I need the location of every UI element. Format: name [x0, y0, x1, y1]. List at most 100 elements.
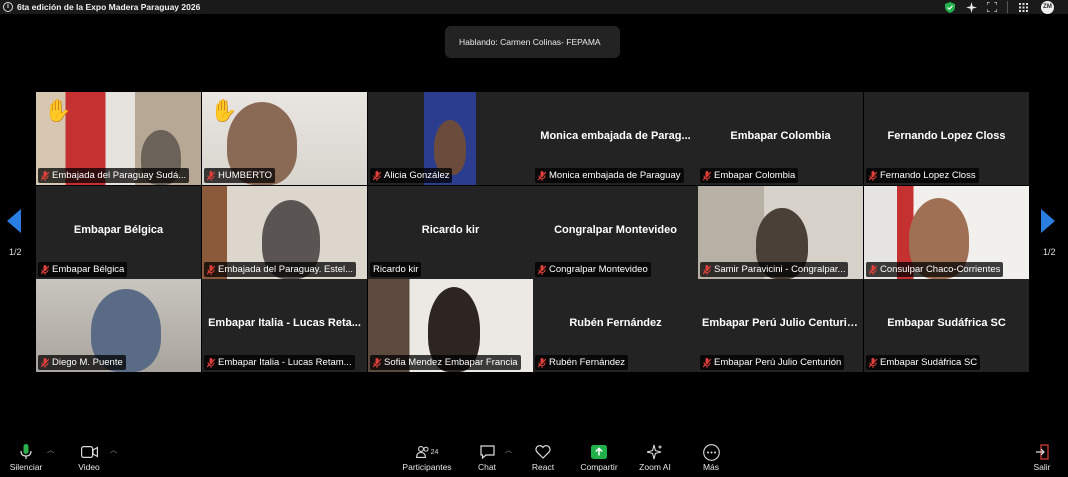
participant-tile[interactable]: Embapar Sudáfrica SC Embapar Sudáfrica S…: [864, 279, 1029, 372]
active-speaker-text: Hablando: Carmen Colinas- FEPAMA: [459, 37, 601, 47]
participant-tile[interactable]: Samir Paravicini - Congralpar...: [698, 186, 863, 279]
muted-mic-icon: [206, 170, 216, 181]
participant-tile[interactable]: Embapar Italia - Lucas Reta... Embapar I…: [202, 279, 367, 372]
participant-display-name: Embapar Sudáfrica SC: [887, 317, 1006, 329]
participant-name-label: Consulpar Chaco-Corrientes: [866, 262, 1004, 277]
previous-page-arrow-icon[interactable]: [7, 209, 21, 233]
participant-name-label: Monica embajada de Paraguay: [535, 168, 684, 183]
next-page-arrow-icon[interactable]: [1041, 209, 1055, 233]
participant-tile[interactable]: Sofia Mendez Embapar Francia: [368, 279, 533, 372]
participant-name-label: Embajada del Paraguay Sudá...: [38, 168, 190, 183]
participant-display-name: Rubén Fernández: [569, 317, 662, 329]
mute-options-chevron-icon[interactable]: ︿: [47, 445, 54, 455]
react-button[interactable]: React: [529, 442, 557, 472]
share-screen-icon: [578, 442, 620, 462]
muted-mic-icon: [40, 170, 50, 181]
muted-mic-icon: [868, 264, 878, 275]
chat-button[interactable]: Chat: [474, 442, 500, 472]
muted-mic-icon: [868, 357, 878, 368]
participant-name-label: HUMBERTO: [204, 168, 276, 183]
meeting-toolbar: Silenciar ︿ Video ︿ 24 Participantes Cha…: [0, 437, 1068, 477]
sparkle-icon[interactable]: [965, 1, 977, 13]
muted-mic-icon: [537, 170, 547, 181]
muted-mic-icon: [206, 357, 216, 368]
participant-tile[interactable]: ✋ HUMBERTO: [202, 92, 367, 185]
participants-button[interactable]: 24 Participantes: [401, 442, 453, 472]
participant-name-label: Embapar Bélgica: [38, 262, 128, 277]
more-button[interactable]: Más: [699, 442, 723, 472]
participant-tile[interactable]: Embapar Bélgica Embapar Bélgica: [36, 186, 201, 279]
muted-mic-icon: [206, 264, 216, 275]
participant-display-name: Embapar Italia - Lucas Reta...: [208, 317, 361, 329]
participant-name-label: Ricardo kir: [370, 262, 422, 277]
exit-door-icon: [1030, 442, 1054, 462]
more-dots-icon: [699, 442, 723, 462]
participant-name-label: Alicia González: [370, 168, 453, 183]
participant-name-label: Embajada del Paraguay. Estel...: [204, 262, 357, 277]
participant-name-label: Rubén Fernández: [535, 355, 629, 370]
participant-tile[interactable]: Embajada del Paraguay. Estel...: [202, 186, 367, 279]
participant-tile[interactable]: Diego M. Puente: [36, 279, 201, 372]
page-indicator-right: 1/2: [1043, 247, 1056, 257]
participant-name-label: Diego M. Puente: [38, 355, 126, 370]
encryption-shield-icon[interactable]: [944, 1, 956, 13]
microphone-icon: [8, 442, 44, 462]
participant-name-label: Embapar Italia - Lucas Retam...: [204, 355, 355, 370]
muted-mic-icon: [868, 170, 878, 181]
video-button[interactable]: Video: [74, 442, 104, 472]
raised-hand-icon: ✋: [210, 98, 238, 123]
participant-name-label: Embapar Colombia: [700, 168, 799, 183]
muted-mic-icon: [372, 170, 382, 181]
heart-icon: [529, 442, 557, 462]
video-options-chevron-icon[interactable]: ︿: [110, 445, 117, 455]
muted-mic-icon: [537, 264, 547, 275]
participant-name-label: Samir Paravicini - Congralpar...: [700, 262, 849, 277]
participant-name-label: Embapar Perú Julio Centurión: [700, 355, 845, 370]
grid-view-icon[interactable]: [1017, 1, 1029, 13]
participants-icon: [415, 446, 429, 458]
participant-name-label: Embapar Sudáfrica SC: [866, 355, 981, 370]
chat-bubble-icon: [474, 442, 500, 462]
participant-tile[interactable]: Consulpar Chaco-Corrientes: [864, 186, 1029, 279]
participant-display-name: Embapar Perú Julio Centurión: [702, 317, 861, 329]
share-screen-button[interactable]: Compartir: [578, 442, 620, 472]
participant-tile[interactable]: Embapar Perú Julio Centurión Embapar Per…: [698, 279, 863, 372]
participant-tile[interactable]: Monica embajada de Parag... Monica embaj…: [533, 92, 698, 185]
muted-mic-icon: [702, 357, 712, 368]
participant-display-name: Fernando Lopez Closs: [887, 130, 1006, 142]
participant-display-name: Monica embajada de Parag...: [540, 130, 691, 142]
ai-sparkle-icon: [637, 442, 673, 462]
muted-mic-icon: [537, 357, 547, 368]
muted-mic-icon: [702, 264, 712, 275]
participant-display-name: Embapar Colombia: [730, 130, 831, 142]
title-bar-controls: ZM: [935, 0, 1068, 14]
meeting-title: 6ta edición de la Expo Madera Paraguay 2…: [17, 2, 201, 12]
mute-button[interactable]: Silenciar: [8, 442, 44, 472]
participant-name-label: Sofia Mendez Embapar Francia: [370, 355, 521, 370]
leave-button[interactable]: Salir: [1030, 442, 1054, 472]
info-icon[interactable]: i: [3, 2, 13, 12]
participant-display-name: Embapar Bélgica: [73, 224, 164, 236]
title-bar-divider: [1007, 1, 1008, 13]
avatar[interactable]: ZM: [1041, 0, 1054, 14]
participant-tile[interactable]: Fernando Lopez Closs Fernando Lopez Clos…: [864, 92, 1029, 185]
participant-count-badge: 24: [430, 448, 439, 456]
zoom-ai-button[interactable]: Zoom AI: [637, 442, 673, 472]
participant-display-name: Ricardo kir: [421, 224, 480, 236]
participant-tile[interactable]: ✋ Embajada del Paraguay Sudá...: [36, 92, 201, 185]
participant-tile[interactable]: Alicia González: [368, 92, 533, 185]
fullscreen-icon[interactable]: [986, 1, 998, 13]
chat-options-chevron-icon[interactable]: ︿: [505, 445, 512, 455]
participant-tile[interactable]: Embapar Colombia Embapar Colombia: [698, 92, 863, 185]
page-indicator-left: 1/2: [9, 247, 22, 257]
participant-tile[interactable]: Rubén Fernández Rubén Fernández: [533, 279, 698, 372]
muted-mic-icon: [40, 264, 50, 275]
participant-tile[interactable]: Congralpar Montevideo Congralpar Montevi…: [533, 186, 698, 279]
participant-display-name: Congralpar Montevideo: [554, 224, 677, 236]
participant-name-label: Congralpar Montevideo: [535, 262, 651, 277]
title-bar: i 6ta edición de la Expo Madera Paraguay…: [0, 0, 1068, 14]
muted-mic-icon: [372, 357, 382, 368]
participant-tile[interactable]: Ricardo kir Ricardo kir: [368, 186, 533, 279]
raised-hand-icon: ✋: [44, 98, 72, 123]
participant-name-label: Fernando Lopez Closs: [866, 168, 979, 183]
